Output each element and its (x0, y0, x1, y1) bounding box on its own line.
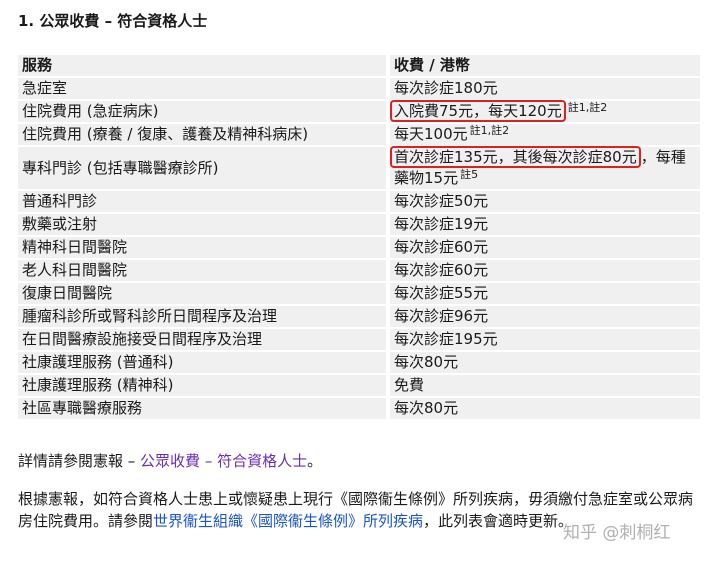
service-cell: 社康護理服務 (普通科) (18, 352, 390, 373)
highlight-box: 首次診症135元，其後每次診症80元 (390, 146, 641, 168)
fee-cell: 每次80元 (390, 352, 700, 373)
highlight-box: 入院費75元，每天120元 (390, 100, 566, 122)
table-row: 腫瘤科診所或腎科診所日間程序及治理 每次診症96元 (18, 306, 700, 327)
gazette-link[interactable]: 公眾收費 – 符合資格人士 (140, 452, 307, 470)
table-row: 急症室 每次診症180元 (18, 78, 700, 99)
table-row: 住院費用 (療養 / 復康、護養及精神科病床) 每天100元 註1,註2 (18, 124, 700, 145)
fee-cell: 每次診症55元 (390, 283, 700, 304)
service-cell: 住院費用 (急症病床) (18, 101, 390, 122)
table-row: 普通科門診 每次診症50元 (18, 191, 700, 212)
table-row: 在日間醫療設施接受日間程序及治理 每次診症195元 (18, 329, 700, 350)
ihr-paragraph-suffix: ，此列表會適時更新。 (423, 512, 574, 530)
service-cell: 老人科日間醫院 (18, 260, 390, 281)
table-row: 社康護理服務 (精神科) 免費 (18, 375, 700, 396)
fee-cell: 每次診症60元 (390, 237, 700, 258)
table-row: 社區專職醫療服務 每次80元 (18, 398, 700, 419)
footnote-ref[interactable]: 註5 (460, 168, 478, 181)
fee-cell: 每次診症180元 (390, 78, 700, 99)
service-cell: 普通科門診 (18, 191, 390, 212)
footnote-ref[interactable]: 註1,註2 (568, 101, 608, 114)
table-row: 敷藥或注射 每次診症19元 (18, 214, 700, 235)
gazette-note-suffix: 。 (307, 452, 323, 470)
table-header-row: 服務 收費 / 港幣 (18, 55, 700, 76)
table-row: 專科門診 (包括專職醫療診所) 首次診症135元，其後每次診症80元 ，每種藥物1… (18, 146, 700, 189)
service-cell: 復康日間醫院 (18, 283, 390, 304)
section-heading: 1. 公眾收費 – 符合資格人士 (18, 12, 208, 30)
fee-cell: 每次診症60元 (390, 260, 700, 281)
fee-text: 每天100元 (394, 125, 468, 143)
fee-cell: 首次診症135元，其後每次診症80元 ，每種藥物15元 註5 (390, 146, 700, 189)
who-ihr-link[interactable]: 世界衞生組織《國際衞生條例》所列疾病 (153, 512, 423, 530)
service-cell: 住院費用 (療養 / 復康、護養及精神科病床) (18, 124, 390, 145)
service-cell: 急症室 (18, 78, 390, 99)
watermark: 知乎 @刺桐红 (563, 523, 671, 543)
header-service: 服務 (18, 55, 390, 76)
service-cell: 社康護理服務 (精神科) (18, 375, 390, 396)
fee-cell: 每天100元 註1,註2 (390, 124, 700, 145)
gazette-note-prefix: 詳情請參閱憲報 – (18, 452, 141, 470)
table-row: 精神科日間醫院 每次診症60元 (18, 237, 700, 258)
fee-cell: 每次診症50元 (390, 191, 700, 212)
table-row: 社康護理服務 (普通科) 每次80元 (18, 352, 700, 373)
fee-table: 服務 收費 / 港幣 急症室 每次診症180元 住院費用 (急症病床) 入院費7… (18, 53, 700, 421)
service-cell: 腫瘤科診所或腎科診所日間程序及治理 (18, 306, 390, 327)
service-cell: 社區專職醫療服務 (18, 398, 390, 419)
service-cell: 專科門診 (包括專職醫療診所) (18, 147, 390, 189)
table-row: 復康日間醫院 每次診症55元 (18, 283, 700, 304)
table-row: 住院費用 (急症病床) 入院費75元，每天120元 註1,註2 (18, 100, 700, 122)
fee-cell: 每次80元 (390, 398, 700, 419)
service-cell: 精神科日間醫院 (18, 237, 390, 258)
gazette-note: 詳情請參閱憲報 – 公眾收費 – 符合資格人士。 (18, 450, 702, 472)
fee-cell: 入院費75元，每天120元 註1,註2 (390, 100, 700, 122)
footnote-ref[interactable]: 註1,註2 (470, 124, 510, 137)
fee-cell: 免費 (390, 375, 700, 396)
service-cell: 在日間醫療設施接受日間程序及治理 (18, 329, 390, 350)
fee-cell: 每次診症19元 (390, 214, 700, 235)
fee-cell: 每次診症96元 (390, 306, 700, 327)
fee-cell: 每次診症195元 (390, 329, 700, 350)
table-row: 老人科日間醫院 每次診症60元 (18, 260, 700, 281)
service-cell: 敷藥或注射 (18, 214, 390, 235)
header-fee: 收費 / 港幣 (390, 55, 700, 76)
